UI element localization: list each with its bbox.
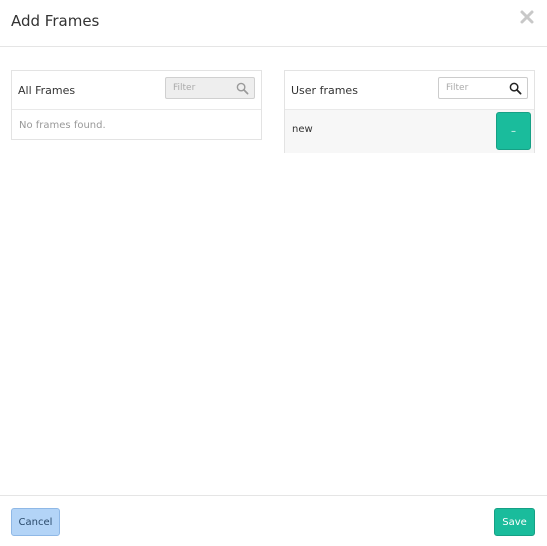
all-frames-filter: [165, 77, 255, 99]
dialog-title: Add Frames: [11, 12, 100, 30]
dialog-footer: Cancel Save: [0, 495, 547, 546]
frame-name: new: [292, 124, 313, 135]
user-frames-header: User frames: [285, 71, 534, 110]
remove-frame-button[interactable]: –: [496, 112, 531, 150]
user-frames-panel: User frames new –: [284, 70, 535, 153]
user-frames-title: User frames: [291, 84, 358, 97]
all-frames-title: All Frames: [18, 84, 76, 97]
all-frames-panel: All Frames No frames found.: [11, 70, 262, 140]
cancel-button[interactable]: Cancel: [11, 508, 60, 536]
save-button[interactable]: Save: [494, 508, 535, 536]
user-frames-filter[interactable]: [438, 77, 528, 99]
user-frames-filter-input[interactable]: [439, 78, 509, 98]
all-frames-filter-input: [166, 78, 236, 98]
all-frames-header: All Frames: [12, 71, 261, 110]
empty-message: No frames found.: [19, 120, 106, 131]
close-button[interactable]: [519, 9, 535, 25]
add-frames-dialog: Add Frames All Frames No frames found. U…: [0, 0, 547, 546]
list-item: new –: [285, 110, 534, 153]
dialog-header: Add Frames: [0, 0, 547, 47]
close-icon: [520, 10, 534, 24]
search-icon[interactable]: [509, 82, 522, 95]
search-icon: [236, 82, 249, 95]
